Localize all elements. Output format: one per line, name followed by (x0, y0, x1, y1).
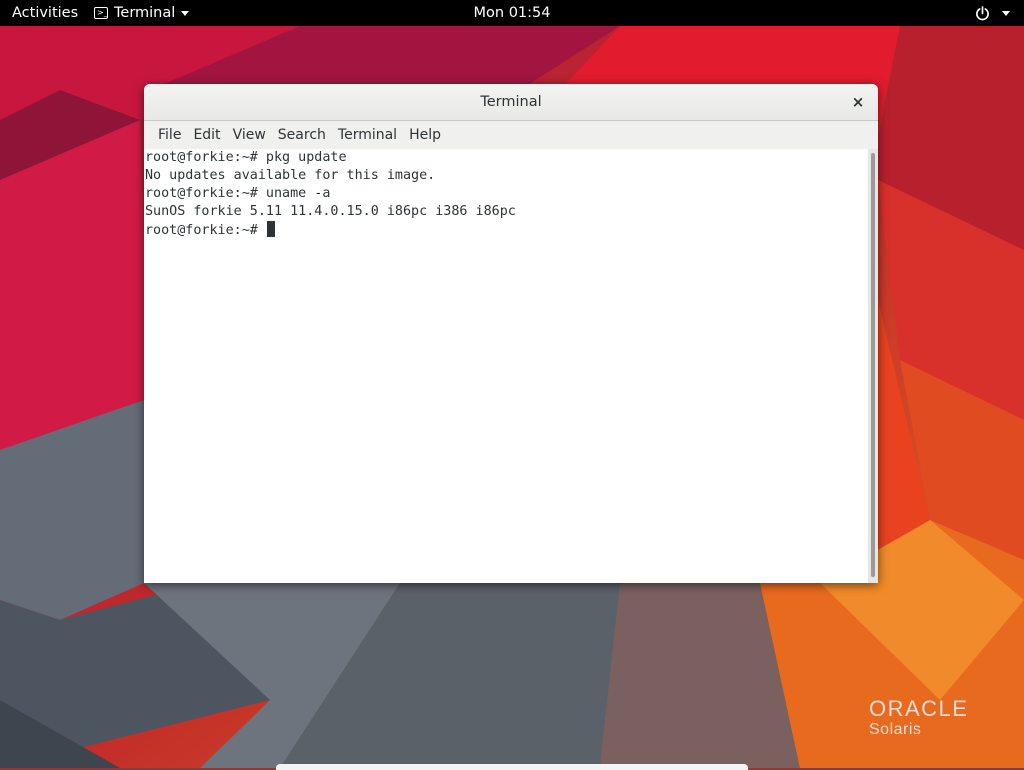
menu-terminal[interactable]: Terminal (332, 121, 403, 149)
terminal-line: root@forkie:~# uname -a (145, 186, 331, 201)
clock[interactable]: Mon 01:54 (474, 5, 551, 21)
activities-button[interactable]: Activities (12, 0, 78, 26)
system-menu-button[interactable] (975, 0, 1010, 26)
close-button[interactable]: × (848, 84, 868, 120)
top-bar: Activities >_ Terminal Mon 01:54 (0, 0, 1024, 26)
terminal-line: root@forkie:~# pkg update (145, 150, 347, 165)
menu-help[interactable]: Help (403, 121, 447, 149)
solaris-logo-text: Solaris (869, 721, 922, 738)
window-titlebar[interactable]: Terminal × (144, 84, 878, 121)
oracle-solaris-logo: ORACLE Solaris (869, 696, 968, 739)
terminal-window: Terminal × File Edit View Search Termina… (144, 84, 878, 583)
menu-edit[interactable]: Edit (187, 121, 226, 149)
terminal-icon: >_ (94, 7, 108, 19)
terminal-output[interactable]: root@forkie:~# pkg update No updates ava… (144, 149, 868, 583)
oracle-logo-text: ORACLE (869, 696, 969, 721)
scrollbar[interactable] (868, 149, 878, 583)
window-title: Terminal (480, 94, 542, 110)
app-menu-button[interactable]: >_ Terminal (94, 0, 190, 26)
text-cursor (266, 221, 275, 237)
scrollbar-thumb[interactable] (871, 153, 875, 577)
chevron-down-icon (1002, 10, 1010, 16)
power-icon (975, 5, 990, 21)
dash-edge (276, 764, 748, 770)
menu-search[interactable]: Search (272, 121, 332, 149)
app-menu-label: Terminal (114, 5, 176, 21)
menu-file[interactable]: File (152, 121, 187, 149)
terminal-line: SunOS forkie 5.11 11.4.0.15.0 i86pc i386… (145, 204, 516, 219)
close-icon: × (851, 93, 865, 111)
menu-bar: File Edit View Search Terminal Help (144, 121, 878, 150)
chevron-down-icon (181, 10, 190, 16)
terminal-prompt-line: root@forkie:~# (145, 223, 266, 238)
menu-view[interactable]: View (227, 121, 272, 149)
terminal-line: No updates available for this image. (145, 168, 436, 183)
